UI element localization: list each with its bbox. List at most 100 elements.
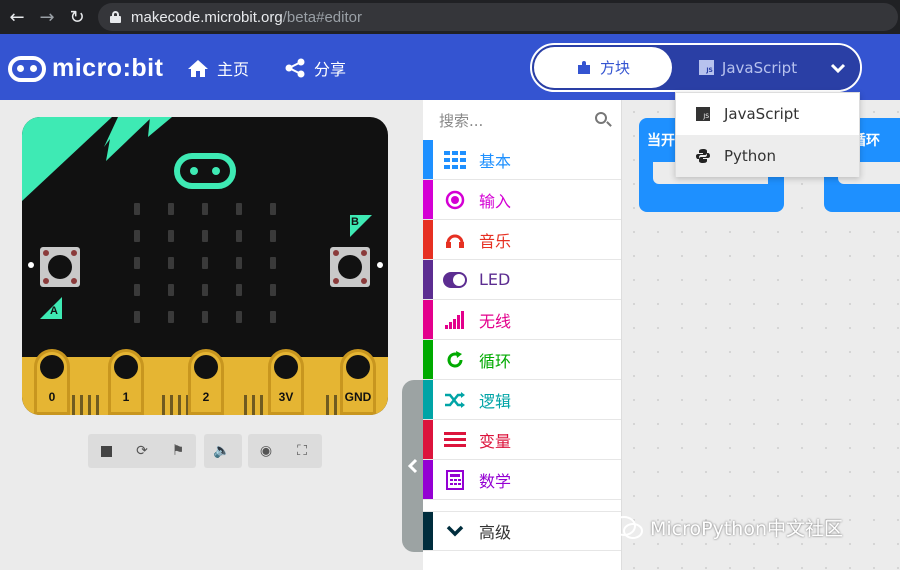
led xyxy=(270,311,276,323)
pin-hole xyxy=(114,355,138,379)
led xyxy=(236,203,242,215)
sound-icon[interactable]: 🔈 xyxy=(204,434,240,468)
category-label: LED xyxy=(479,270,511,289)
category-music[interactable]: 音乐 xyxy=(423,220,621,260)
category-loops[interactable]: 循环 xyxy=(423,340,621,380)
variables-lines-icon xyxy=(443,431,467,448)
math-calculator-icon xyxy=(443,469,467,490)
led xyxy=(270,257,276,269)
stop-icon[interactable] xyxy=(88,434,124,468)
blocks-tab-label: 方块 xyxy=(599,59,630,77)
toolbox: 搜索... 基本 输入音乐 LED 无线循环逻辑变量数学 高级 xyxy=(423,100,622,570)
share-label: 分享 xyxy=(314,60,347,79)
led-toggle-icon xyxy=(443,271,467,288)
logo-touch-icon[interactable] xyxy=(174,153,236,189)
led xyxy=(236,230,242,242)
button-b[interactable] xyxy=(330,247,370,287)
led xyxy=(134,257,140,269)
sim-controls-main: ⟳ ⚑ xyxy=(88,434,196,468)
button-a-letter: A xyxy=(50,305,58,317)
led xyxy=(270,284,276,296)
share-button[interactable]: 分享 xyxy=(284,56,346,80)
led xyxy=(236,311,242,323)
led xyxy=(168,311,174,323)
javascript-tab-label: JavaScript xyxy=(721,58,798,77)
reload-icon[interactable]: ↻ xyxy=(64,4,90,30)
home-button[interactable]: 主页 xyxy=(187,56,249,80)
led xyxy=(202,203,208,215)
category-label: 无线 xyxy=(479,311,512,331)
slow-mo-icon[interactable]: ⚑ xyxy=(160,434,196,468)
category-label: 音乐 xyxy=(479,231,512,251)
microbit-logo-icon xyxy=(8,55,46,82)
toolbox-search[interactable]: 搜索... xyxy=(423,100,621,140)
language-dropdown-button[interactable] xyxy=(814,45,860,90)
pin-gnd[interactable]: GND xyxy=(340,349,376,415)
logic-shuffle-icon xyxy=(443,391,467,409)
led xyxy=(236,257,242,269)
category-input[interactable]: 输入 xyxy=(423,180,621,220)
microbit-board: A B 0 1 2 3V GND xyxy=(22,117,388,415)
blocks-tab[interactable]: 方块 xyxy=(534,47,672,88)
on-start-label: 当开 xyxy=(647,133,675,149)
pin-3v[interactable]: 3V xyxy=(268,349,304,415)
led xyxy=(134,284,140,296)
forward-icon[interactable]: → xyxy=(34,4,60,30)
category-variables[interactable]: 变量 xyxy=(423,420,621,460)
pin-label: GND xyxy=(344,390,372,404)
led xyxy=(134,230,140,242)
sim-controls-sound: 🔈 xyxy=(204,434,242,468)
watermark: MicroPython中文社区 xyxy=(612,514,843,541)
pin-hole xyxy=(194,355,218,379)
collapse-simulator-button[interactable] xyxy=(402,380,423,552)
url-host: makecode.microbit.org xyxy=(131,8,283,26)
puzzle-icon xyxy=(577,60,590,74)
led xyxy=(168,230,174,242)
led xyxy=(168,284,174,296)
address-bar[interactable]: makecode.microbit.org /beta#editor xyxy=(98,3,898,31)
category-led[interactable]: LED xyxy=(423,260,621,300)
back-icon[interactable]: ← xyxy=(4,4,30,30)
pin-label: 1 xyxy=(122,390,130,404)
search-input[interactable]: 搜索... xyxy=(439,110,483,131)
led xyxy=(134,203,140,215)
button-a[interactable] xyxy=(40,247,80,287)
led xyxy=(134,311,140,323)
input-target-icon xyxy=(443,190,467,210)
fullscreen-icon[interactable]: ⛶ xyxy=(284,434,320,468)
dropdown-item-label: JavaScript xyxy=(724,105,800,123)
radio-signal-icon xyxy=(443,310,467,329)
board-dot-right xyxy=(377,262,383,268)
category-label: 逻辑 xyxy=(479,391,512,411)
pin-2[interactable]: 2 xyxy=(188,349,224,415)
pin-1[interactable]: 1 xyxy=(108,349,144,415)
led xyxy=(202,311,208,323)
simulator-panel: A B 0 1 2 3V GND ⟳ ⚑ 🔈 ◉ ⛶ xyxy=(0,100,423,570)
dropdown-item-python[interactable]: Python xyxy=(676,135,859,177)
led xyxy=(236,284,242,296)
basic-grid-icon xyxy=(443,150,467,169)
pin-hole xyxy=(346,355,370,379)
dropdown-item-javascript[interactable]: JS JavaScript xyxy=(676,93,859,135)
category-logic[interactable]: 逻辑 xyxy=(423,380,621,420)
category-advanced[interactable]: 高级 xyxy=(423,511,621,551)
led xyxy=(202,284,208,296)
screenshot-icon[interactable]: ◉ xyxy=(248,434,284,468)
restart-icon[interactable]: ⟳ xyxy=(124,434,160,468)
javascript-tab[interactable]: JS JavaScript xyxy=(682,47,814,88)
microbit-logo[interactable]: micro:bit xyxy=(8,54,163,83)
javascript-icon: JS xyxy=(698,60,714,75)
led xyxy=(168,257,174,269)
pin-label: 2 xyxy=(202,390,210,404)
pin-label: 0 xyxy=(48,390,56,404)
chevron-down-icon xyxy=(830,63,846,73)
category-math[interactable]: 数学 xyxy=(423,460,621,500)
lock-icon xyxy=(110,11,121,23)
pin-0[interactable]: 0 xyxy=(34,349,70,415)
chevron-down-icon xyxy=(443,525,467,537)
category-radio[interactable]: 无线 xyxy=(423,300,621,340)
category-list: 基本 输入音乐 LED 无线循环逻辑变量数学 xyxy=(423,140,621,500)
category-label: 变量 xyxy=(479,431,512,451)
search-icon[interactable] xyxy=(595,112,607,124)
category-basic[interactable]: 基本 xyxy=(423,140,621,180)
